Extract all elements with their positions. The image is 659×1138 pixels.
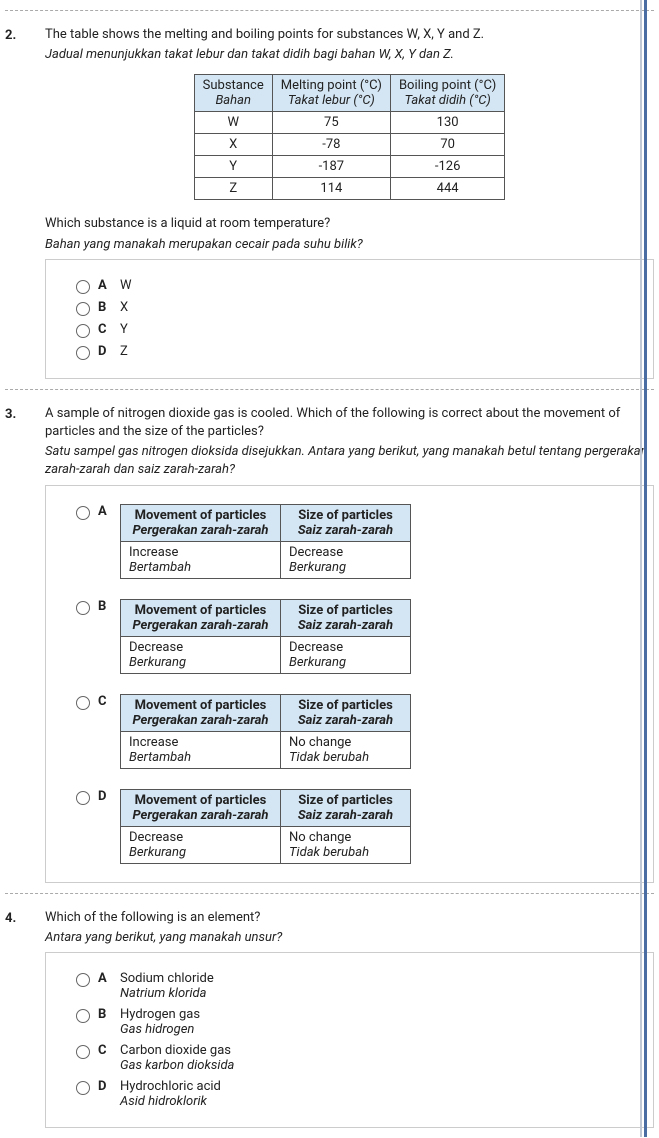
option-c[interactable]: C Movement of particlesPergerakan zarah-… (76, 694, 641, 769)
table-row: X-7870 (194, 134, 505, 156)
question-2: 2. The table shows the melting and boili… (5, 26, 654, 379)
radio-icon[interactable] (76, 1045, 90, 1059)
radio-icon[interactable] (76, 601, 90, 615)
radio-icon[interactable] (76, 973, 90, 987)
option-b[interactable]: B Hydrogen gasGas hidrogen (76, 1007, 641, 1037)
question-3: 3. A sample of nitrogen dioxide gas is c… (5, 405, 654, 883)
option-table: Movement of particlesPergerakan zarah-za… (120, 599, 411, 674)
question-4: 4. Which of the following is an element?… (5, 909, 654, 1128)
radio-icon[interactable] (76, 696, 90, 710)
radio-icon[interactable] (76, 506, 90, 520)
radio-icon[interactable] (76, 324, 90, 338)
question-text-ms: Jadual menunjukkan takat lebur dan takat… (45, 46, 654, 64)
question-number: 4. (5, 909, 45, 1128)
question-number: 2. (5, 26, 45, 379)
question-text-ms: Satu sampel gas nitrogen dioksida diseju… (45, 443, 654, 479)
scrollbar-track (640, 0, 642, 1137)
table-row: W75130 (194, 112, 505, 134)
question-number: 3. (5, 405, 45, 883)
answers-box: A Sodium chlorideNatrium klorida B Hydro… (45, 952, 654, 1128)
divider (5, 893, 654, 894)
option-d[interactable]: D Hydrochloric acidAsid hidroklorik (76, 1079, 641, 1109)
option-b[interactable]: B Movement of particlesPergerakan zarah-… (76, 599, 641, 674)
question-text-ms: Antara yang berikut, yang manakah unsur? (45, 929, 654, 947)
radio-icon[interactable] (76, 302, 90, 316)
option-table: Movement of particlesPergerakan zarah-za… (120, 789, 411, 864)
substance-table: SubstanceBahan Melting point (°C)Takat l… (194, 74, 506, 200)
table-row: Y-187-126 (194, 156, 505, 178)
answers-box: A Movement of particlesPergerakan zarah-… (45, 485, 654, 883)
option-b[interactable]: B X (76, 300, 641, 316)
option-a[interactable]: A Sodium chlorideNatrium klorida (76, 971, 641, 1001)
option-table: Movement of particlesPergerakan zarah-za… (120, 504, 411, 579)
option-a[interactable]: A W (76, 278, 641, 294)
divider (5, 389, 654, 390)
option-d[interactable]: D Z (76, 344, 641, 360)
scrollbar-thumb[interactable] (644, 0, 647, 1137)
radio-icon[interactable] (76, 280, 90, 294)
radio-icon[interactable] (76, 1081, 90, 1095)
question-text-en: The table shows the melting and boiling … (45, 26, 654, 44)
question-ask-ms: Bahan yang manakah merupakan cecair pada… (45, 236, 654, 254)
radio-icon[interactable] (76, 1009, 90, 1023)
divider (5, 10, 654, 11)
radio-icon[interactable] (76, 346, 90, 360)
question-text-en: Which of the following is an element? (45, 909, 654, 927)
option-c[interactable]: C Y (76, 322, 641, 338)
question-ask-en: Which substance is a liquid at room temp… (45, 215, 654, 233)
answers-box: A W B X C Y D Z (45, 259, 654, 379)
table-row: Z114444 (194, 178, 505, 200)
option-table: Movement of particlesPergerakan zarah-za… (120, 694, 411, 769)
radio-icon[interactable] (76, 791, 90, 805)
question-text-en: A sample of nitrogen dioxide gas is cool… (45, 405, 654, 441)
option-c[interactable]: C Carbon dioxide gasGas karbon dioksida (76, 1043, 641, 1073)
option-d[interactable]: D Movement of particlesPergerakan zarah-… (76, 789, 641, 864)
option-a[interactable]: A Movement of particlesPergerakan zarah-… (76, 504, 641, 579)
